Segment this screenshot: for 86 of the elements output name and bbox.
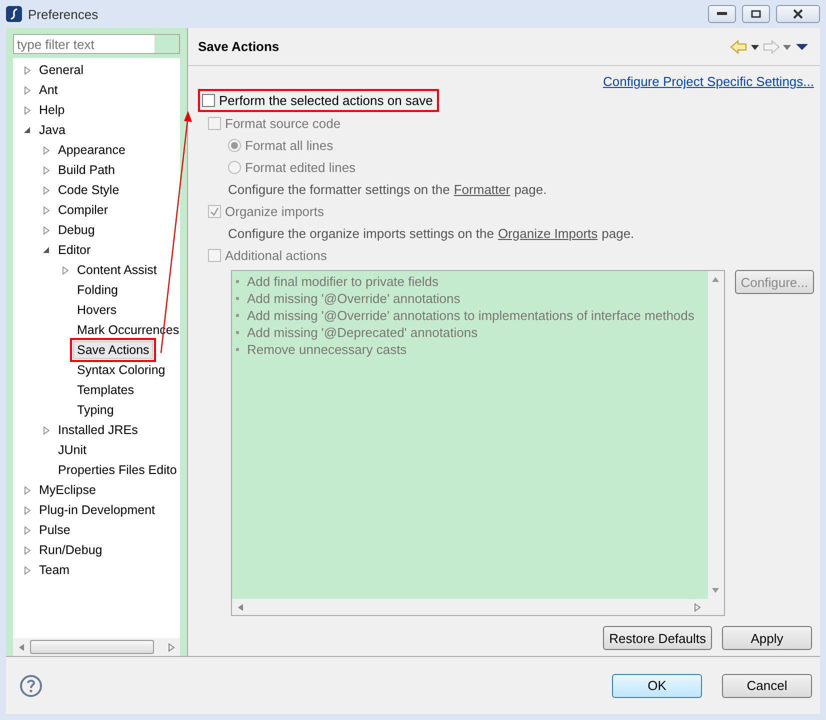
expand-arrow-icon[interactable] — [62, 266, 68, 274]
app-logo-icon — [6, 6, 22, 22]
maximize-button[interactable] — [742, 5, 770, 23]
checkbox-label: Perform the selected actions on save — [219, 93, 433, 108]
horizontal-scrollbar[interactable] — [232, 599, 724, 615]
page-button[interactable]: Apply — [722, 626, 812, 650]
configure-project-link[interactable]: Configure Project Specific Settings... — [603, 74, 814, 89]
tree-item[interactable]: Syntax Coloring — [73, 361, 170, 379]
note-text: page. — [514, 182, 547, 196]
scroll-left-arrow-icon[interactable] — [17, 642, 26, 652]
expand-arrow-icon[interactable] — [42, 226, 50, 234]
note-text: Configure the formatter settings on the — [228, 182, 450, 196]
expand-arrow-icon[interactable] — [42, 206, 50, 214]
note-text: Configure the organize imports settings on the — [228, 226, 494, 240]
scroll-left-arrow-icon[interactable] — [236, 602, 245, 612]
radio-label: Format edited lines — [245, 160, 356, 174]
dialog-button[interactable]: OK — [612, 674, 702, 698]
tree-item[interactable]: Hovers — [73, 301, 121, 319]
tree-item[interactable]: Team — [35, 561, 74, 579]
horizontal-scrollbar[interactable] — [13, 638, 180, 656]
tree-item[interactable]: Content Assist — [73, 261, 161, 279]
expand-arrow-icon[interactable] — [42, 166, 50, 174]
checkbox-label: Additional actions — [225, 248, 327, 262]
expand-arrow-icon[interactable] — [24, 546, 30, 554]
tree-item[interactable]: Pulse — [35, 521, 74, 539]
tree-item[interactable]: Properties Files Edito — [54, 461, 180, 479]
scroll-right-arrow-icon[interactable] — [167, 642, 176, 652]
list-item: Remove unnecessary casts — [236, 341, 704, 358]
tree-item[interactable]: Code Style — [54, 181, 124, 199]
expand-arrow-icon[interactable] — [24, 486, 30, 494]
scroll-down-arrow-icon[interactable] — [711, 586, 720, 595]
tree-item[interactable]: General — [35, 61, 88, 79]
collapse-arrow-icon[interactable] — [42, 246, 50, 254]
list-item: Add final modifier to private fields — [236, 273, 704, 290]
list-item: Add missing '@Override' annotations to implementations of interface methods — [236, 307, 704, 324]
tree-item[interactable]: MyEclipse — [35, 481, 100, 499]
tree-item[interactable]: Debug — [54, 221, 99, 239]
list-item: Add missing '@Override' annotations — [236, 290, 704, 307]
tree-item[interactable]: Installed JREs — [54, 421, 142, 439]
tree-item[interactable]: Appearance — [54, 141, 130, 159]
expand-arrow-icon[interactable] — [24, 506, 30, 514]
vertical-scrollbar[interactable] — [708, 271, 724, 599]
list-item: Add missing '@Deprecated' annotations — [236, 324, 704, 341]
page-button[interactable]: Restore Defaults — [603, 626, 712, 650]
scroll-up-arrow-icon[interactable] — [711, 275, 720, 284]
expand-arrow-icon[interactable] — [24, 66, 30, 74]
expand-arrow-icon[interactable] — [42, 426, 50, 434]
expand-arrow-icon[interactable] — [42, 186, 50, 194]
expand-arrow-icon[interactable] — [24, 106, 30, 114]
radio-label: Format all lines — [245, 138, 334, 152]
tree-item[interactable]: Templates — [73, 381, 138, 399]
page-link[interactable]: Organize Imports — [498, 226, 598, 240]
maximize-icon — [751, 10, 761, 18]
tree-item[interactable]: Folding — [73, 281, 122, 299]
checkbox[interactable] — [202, 94, 215, 107]
minimize-icon — [717, 12, 727, 16]
view-menu-icon[interactable] — [794, 42, 810, 52]
expand-arrow-icon[interactable] — [24, 526, 30, 534]
expand-arrow-icon[interactable] — [42, 146, 50, 154]
checkbox-label: Format source code — [225, 116, 341, 130]
tree-item[interactable]: Run/Debug — [35, 541, 106, 559]
filter-field[interactable]: type filter text — [13, 34, 180, 54]
page-link[interactable]: Formatter — [454, 182, 510, 196]
tree-item[interactable]: Editor — [54, 241, 95, 259]
dialog-button[interactable]: Cancel — [722, 674, 812, 698]
tree-item[interactable]: Ant — [35, 81, 62, 99]
page-title: Save Actions — [198, 39, 280, 54]
checkbox-label: Organize imports — [225, 204, 324, 218]
collapse-arrow-icon[interactable] — [24, 126, 30, 134]
help-icon[interactable] — [20, 674, 42, 696]
expand-arrow-icon[interactable] — [24, 86, 30, 94]
tree-item[interactable]: Save Actions — [73, 341, 154, 359]
minimize-button[interactable] — [708, 5, 736, 23]
note-text: page. — [602, 226, 634, 240]
tree-item[interactable]: Help — [35, 101, 69, 119]
tree-item[interactable]: Build Path — [54, 161, 119, 179]
close-icon — [793, 9, 803, 19]
expand-arrow-icon[interactable] — [24, 566, 30, 574]
tree-item[interactable]: Compiler — [54, 201, 112, 219]
tree-item[interactable]: Plug-in Development — [35, 501, 160, 519]
window-title: Preferences — [28, 6, 100, 22]
tree-item[interactable]: JUnit — [54, 441, 90, 459]
tree-item[interactable]: Java — [35, 121, 70, 139]
scroll-right-arrow-icon[interactable] — [692, 602, 702, 612]
tree-item[interactable]: Typing — [73, 401, 118, 419]
close-button[interactable] — [776, 5, 820, 23]
